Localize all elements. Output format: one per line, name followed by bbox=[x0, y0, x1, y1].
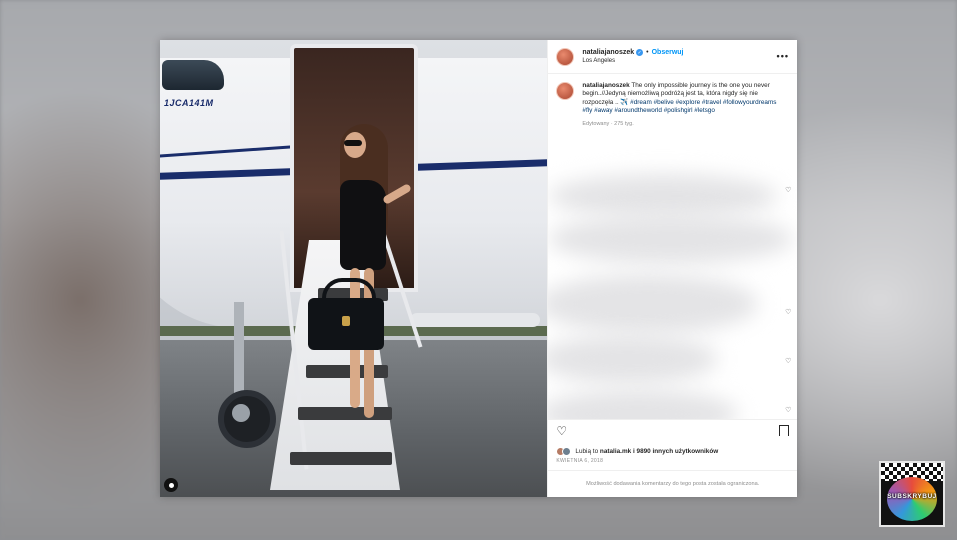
post-header: nataliajanoszek ✓ • Obserwuj Los Angeles… bbox=[548, 40, 797, 74]
more-icon[interactable]: ••• bbox=[777, 51, 789, 61]
stair-step bbox=[298, 407, 392, 420]
likes-count[interactable]: i 9890 innych użytkowników bbox=[631, 448, 718, 455]
action-bar: ♡ bbox=[548, 419, 797, 444]
author-row: nataliajanoszek ✓ • Obserwuj bbox=[582, 49, 684, 56]
likes-user[interactable]: natalia.mk bbox=[600, 448, 631, 455]
comments-section: nataliajanoszek The only impossible jour… bbox=[548, 74, 797, 419]
cockpit-window bbox=[162, 60, 224, 90]
handbag-lock bbox=[342, 316, 350, 326]
blurred-comment bbox=[548, 274, 759, 334]
heart-icon[interactable]: ♡ bbox=[785, 406, 791, 414]
jet-registration: 1JCA141M bbox=[164, 98, 214, 108]
caption-meta: Edytowany · 275 tyg. bbox=[582, 120, 634, 127]
subscribe-label: SUBSKRYBUJ bbox=[887, 493, 937, 500]
location-link[interactable]: Los Angeles bbox=[582, 58, 683, 64]
likes-text[interactable]: Lubią to natalia.mk i 9890 innych użytko… bbox=[575, 448, 718, 455]
avatar bbox=[562, 446, 572, 456]
heart-icon[interactable]: ♡ bbox=[785, 308, 791, 316]
heart-icon[interactable]: ♡ bbox=[785, 186, 791, 194]
avatar[interactable] bbox=[556, 47, 575, 66]
distant-plane bbox=[410, 313, 540, 327]
bookmark-icon[interactable] bbox=[779, 425, 789, 440]
blurred-comments: ♡ ♡ ♡ ♡ bbox=[548, 174, 797, 419]
follow-button[interactable]: Obserwuj bbox=[652, 49, 684, 56]
wheel-hub bbox=[232, 404, 250, 422]
sunglasses bbox=[344, 140, 362, 146]
post-side-panel: nataliajanoszek ✓ • Obserwuj Los Angeles… bbox=[547, 40, 797, 497]
caption-username[interactable]: nataliajanoszek bbox=[582, 82, 629, 89]
username-link[interactable]: nataliajanoszek bbox=[582, 49, 634, 56]
caption: nataliajanoszek The only impossible jour… bbox=[548, 74, 797, 128]
tag-icon[interactable] bbox=[164, 478, 178, 492]
instagram-post: 1JCA141M nataliajanoszek ✓ • Obserwuj Lo… bbox=[160, 40, 797, 497]
heart-icon[interactable]: ♡ bbox=[556, 424, 567, 438]
blurred-comment bbox=[548, 174, 779, 218]
blurred-comment bbox=[548, 389, 739, 419]
verified-icon: ✓ bbox=[636, 49, 644, 56]
subscribe-badge[interactable]: SUBSKRYBUJ bbox=[879, 461, 945, 527]
blurred-comment bbox=[548, 214, 794, 264]
post-photo[interactable]: 1JCA141M bbox=[160, 40, 548, 497]
comments-limited-notice: Możliwość dodawania komentarzy do tego p… bbox=[548, 470, 797, 497]
likes-prefix: Lubią to bbox=[575, 447, 600, 455]
blurred-comment bbox=[548, 334, 719, 384]
stair-step bbox=[306, 365, 388, 378]
landing-gear-strut bbox=[234, 302, 244, 397]
caption-text: nataliajanoszek The only impossible jour… bbox=[582, 82, 782, 128]
avatar[interactable] bbox=[556, 82, 575, 100]
stair-step bbox=[290, 452, 392, 465]
author-info: nataliajanoszek ✓ • Obserwuj Los Angeles bbox=[582, 49, 684, 64]
post-date: KWIETNIA 6, 2018 bbox=[556, 458, 604, 464]
separator-dot: • bbox=[646, 49, 649, 56]
likes-row: Lubią to natalia.mk i 9890 innych użytko… bbox=[548, 444, 797, 458]
black-dress bbox=[340, 180, 386, 270]
heart-icon[interactable]: ♡ bbox=[785, 357, 791, 365]
